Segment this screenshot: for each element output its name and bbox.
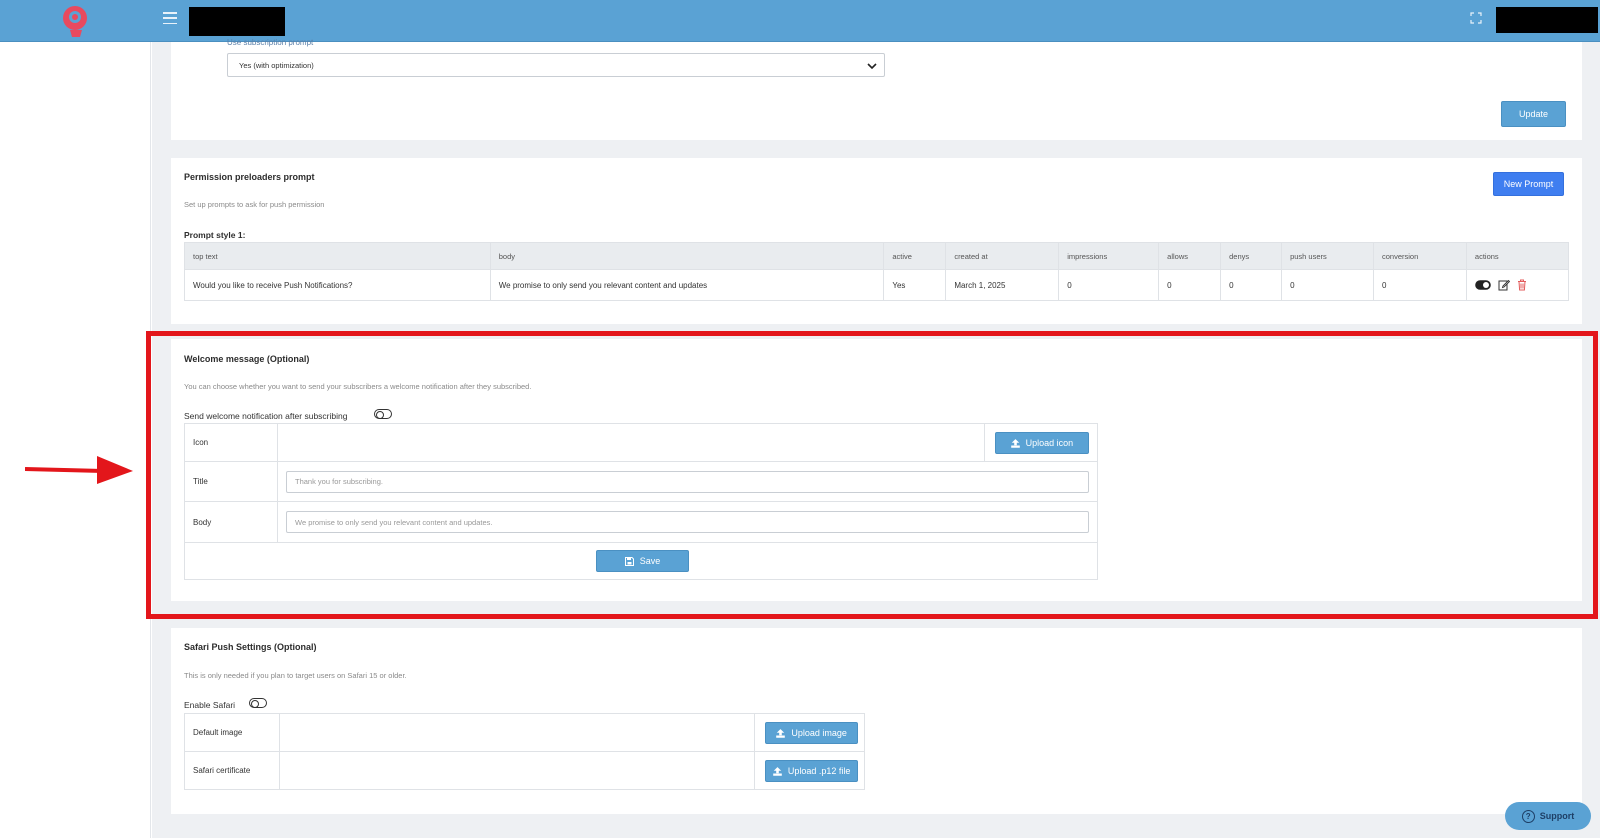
cell-impressions: 0 xyxy=(1058,269,1160,301)
cell-conversion: 0 xyxy=(1372,269,1467,301)
cell-actions xyxy=(1465,269,1570,301)
safari-subtitle: This is only needed if you plan to targe… xyxy=(184,671,407,680)
upload-image-cell: Upload image xyxy=(754,713,865,752)
subscription-prompt-select[interactable]: Yes (with optimization) xyxy=(227,53,885,77)
certificate-label: Safari certificate xyxy=(184,751,280,790)
subscription-prompt-card: Use subscription prompt Yes (with optimi… xyxy=(171,38,1582,140)
top-bar xyxy=(0,0,1600,42)
table-row: Would you like to receive Push Notificat… xyxy=(184,269,1570,301)
upload-image-label: Upload image xyxy=(791,728,847,738)
support-label: Support xyxy=(1539,811,1575,821)
column-header: allows xyxy=(1158,242,1222,270)
highlight-box xyxy=(146,331,1598,619)
redacted-title xyxy=(189,7,285,36)
delete-icon[interactable] xyxy=(1517,279,1527,291)
default-image-label: Default image xyxy=(184,713,280,752)
safari-toggle-label: Enable Safari xyxy=(184,700,236,710)
safari-settings-card: Safari Push Settings (Optional) This is … xyxy=(171,628,1582,814)
fullscreen-icon[interactable] xyxy=(1470,12,1482,24)
brand-logo-icon[interactable] xyxy=(60,4,92,38)
cell-denys: 0 xyxy=(1220,269,1283,301)
preloaders-card: Permission preloaders prompt Set up prom… xyxy=(171,158,1582,324)
safari-toggle[interactable] xyxy=(249,698,267,708)
cell-top-text: Would you like to receive Push Notificat… xyxy=(184,269,491,301)
column-header: active xyxy=(883,242,947,270)
column-header: actions xyxy=(1465,242,1570,270)
support-button[interactable]: ? Support xyxy=(1505,802,1591,830)
upload-p12-button[interactable]: Upload .p12 file xyxy=(765,760,859,782)
preloaders-subtitle: Set up prompts to ask for push permissio… xyxy=(184,200,325,209)
edit-icon[interactable] xyxy=(1498,279,1510,291)
chevron-down-icon xyxy=(867,63,877,70)
column-header: denys xyxy=(1220,242,1283,270)
update-button[interactable]: Update xyxy=(1501,101,1566,127)
default-image-preview xyxy=(278,713,756,752)
toggle-active-icon[interactable] xyxy=(1475,279,1491,290)
preloaders-title: Permission preloaders prompt xyxy=(184,172,315,182)
upload-image-button[interactable]: Upload image xyxy=(765,722,859,744)
redacted-account xyxy=(1496,7,1598,33)
column-header: impressions xyxy=(1058,242,1160,270)
column-header: body xyxy=(489,242,885,270)
cell-body: We promise to only send you relevant con… xyxy=(489,269,885,301)
select-value: Yes (with optimization) xyxy=(239,61,314,70)
safari-form-table: Default image Upload image Safari certif… xyxy=(184,713,865,790)
new-prompt-button[interactable]: New Prompt xyxy=(1493,172,1564,196)
upload-p12-cell: Upload .p12 file xyxy=(754,751,865,790)
column-header: top text xyxy=(184,242,491,270)
table-header-row: top text body active created at impressi… xyxy=(184,242,1570,270)
cell-push-users: 0 xyxy=(1281,269,1374,301)
upload-icon xyxy=(773,766,782,776)
help-question-icon: ? xyxy=(1521,809,1535,823)
upload-icon xyxy=(776,728,786,738)
prompts-table: top text body active created at impressi… xyxy=(184,242,1570,301)
sidebar xyxy=(0,42,151,838)
subscription-prompt-label: Use subscription prompt xyxy=(227,38,314,47)
cell-created-at: March 1, 2025 xyxy=(945,269,1060,301)
red-arrow-icon xyxy=(25,456,133,484)
column-header: conversion xyxy=(1372,242,1467,270)
column-header: push users xyxy=(1281,242,1374,270)
hamburger-menu-icon[interactable] xyxy=(163,12,177,24)
cell-allows: 0 xyxy=(1158,269,1222,301)
certificate-preview xyxy=(278,751,756,790)
upload-p12-label: Upload .p12 file xyxy=(787,766,851,776)
default-image-row: Default image Upload image xyxy=(184,713,865,752)
safari-title: Safari Push Settings (Optional) xyxy=(184,642,317,652)
prompt-style-label: Prompt style 1: xyxy=(184,230,246,240)
cell-active: Yes xyxy=(883,269,947,301)
column-header: created at xyxy=(945,242,1060,270)
certificate-row: Safari certificate Upload .p12 file xyxy=(184,751,865,790)
